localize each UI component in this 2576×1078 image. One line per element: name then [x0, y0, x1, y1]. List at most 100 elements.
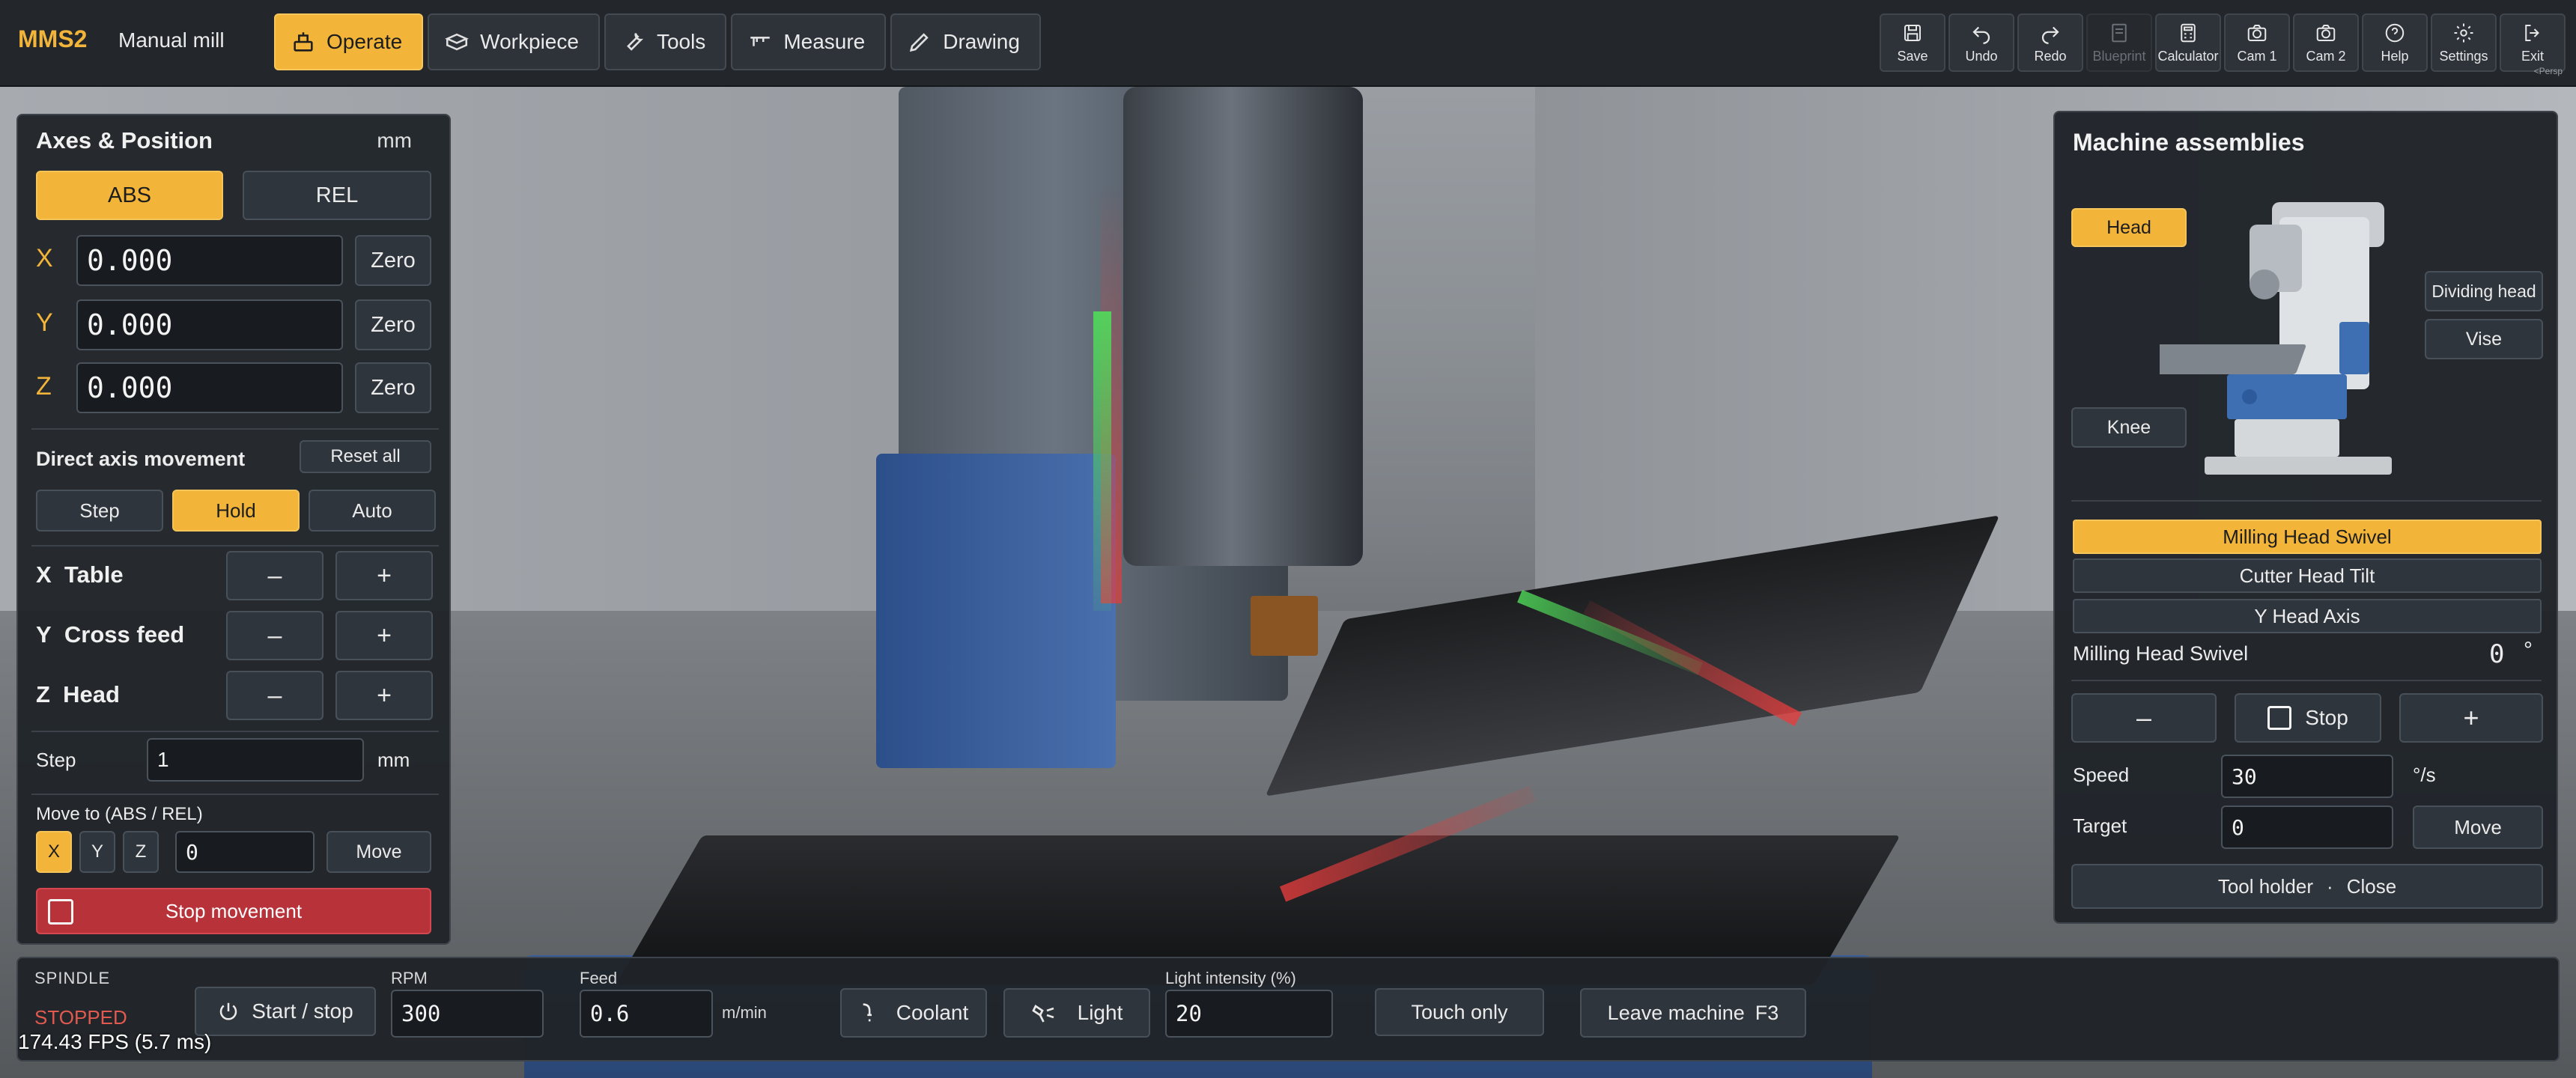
redo-button[interactable]: Redo — [2017, 13, 2083, 72]
callout-dividing-head-button[interactable]: Dividing head — [2425, 271, 2543, 311]
rel-button[interactable]: REL — [243, 171, 431, 220]
brand-logo: MMS2 — [18, 25, 88, 52]
save-button[interactable]: Save — [1880, 13, 1945, 72]
power-icon — [220, 1002, 237, 1020]
camera-icon — [2316, 24, 2336, 41]
move-button[interactable]: Move — [326, 831, 431, 873]
reset-all-button[interactable]: Reset all — [300, 440, 431, 473]
y-position-field[interactable]: 0.000 — [76, 299, 343, 350]
cam1-label: Cam 1 — [2237, 48, 2277, 64]
speed-label: Speed — [2073, 764, 2130, 786]
projection-indicator[interactable]: <Persp — [2534, 66, 2563, 76]
coolant-button[interactable]: Coolant — [840, 988, 987, 1038]
tab-drawing[interactable]: Drawing — [890, 13, 1041, 70]
tool-holder-close-button[interactable]: Tool holder · Close — [2071, 864, 2543, 909]
jog-y-label: Y Cross feed — [36, 621, 185, 648]
divider — [31, 428, 439, 430]
help-icon — [2385, 23, 2405, 42]
start-stop-button[interactable]: Start / stop — [195, 987, 376, 1036]
move-axis-z-button[interactable]: Z — [123, 831, 159, 873]
fps-counter: 174.43 FPS (5.7 ms) — [18, 1030, 212, 1053]
calculator-button[interactable]: Calculator — [2155, 13, 2221, 72]
cam2-button[interactable]: Cam 2 — [2293, 13, 2359, 72]
leave-machine-button[interactable]: Leave machine F3 — [1580, 988, 1806, 1038]
help-label: Help — [2381, 48, 2409, 64]
abs-button[interactable]: ABS — [36, 171, 223, 220]
assembly-y-head-axis[interactable]: Y Head Axis — [2073, 599, 2542, 633]
target-move-button[interactable]: Move — [2413, 806, 2543, 849]
coolant-label: Coolant — [896, 1001, 969, 1024]
blueprint-button[interactable]: Blueprint — [2086, 13, 2152, 72]
mode-auto-button[interactable]: Auto — [309, 490, 436, 532]
target-input[interactable]: 0 — [2221, 806, 2393, 849]
step-input[interactable]: 1 — [147, 738, 364, 782]
callout-vise-button[interactable]: Vise — [2425, 319, 2543, 359]
cube-icon — [445, 33, 470, 51]
mode-step-button[interactable]: Step — [36, 490, 163, 532]
help-button[interactable]: Help — [2362, 13, 2428, 72]
jog-y-minus-button[interactable]: – — [226, 611, 323, 660]
spindle-label: SPINDLE — [34, 969, 111, 987]
speed-input[interactable]: 30 — [2221, 755, 2393, 798]
assembly-cutter-head-tilt[interactable]: Cutter Head Tilt — [2073, 558, 2542, 593]
cam2-label: Cam 2 — [2306, 48, 2346, 64]
move-to-input[interactable]: 0 — [175, 831, 315, 873]
undo-icon — [1972, 26, 1990, 44]
move-axis-x-button[interactable]: X — [36, 831, 72, 873]
touch-only-button[interactable]: Touch only — [1375, 988, 1544, 1036]
main-tabs: Operate Workpiece Tools Measure Drawing — [274, 13, 1041, 70]
callout-knee-button[interactable]: Knee — [2071, 407, 2187, 448]
tab-workpiece[interactable]: Workpiece — [428, 13, 600, 70]
jog-z-plus-button[interactable]: + — [335, 671, 433, 720]
swivel-stop-checkbox[interactable] — [2267, 706, 2292, 730]
light-intensity-input[interactable]: 20 — [1165, 990, 1333, 1038]
assembly-milling-head-swivel[interactable]: Milling Head Swivel — [2073, 520, 2542, 554]
step-unit: mm — [377, 749, 410, 771]
settings-button[interactable]: Settings — [2431, 13, 2497, 72]
swivel-stop-button[interactable]: Stop — [2235, 693, 2381, 743]
blueprint-label: Blueprint — [2092, 48, 2146, 64]
settings-label: Settings — [2439, 48, 2488, 64]
speed-unit: °/s — [2413, 764, 2436, 786]
swivel-minus-button[interactable]: – — [2071, 693, 2217, 743]
start-stop-label: Start / stop — [252, 999, 353, 1023]
x-position-field[interactable]: 0.000 — [76, 235, 343, 286]
axis-z-letter: Z — [36, 372, 52, 401]
jog-z-minus-button[interactable]: – — [226, 671, 323, 720]
tab-measure[interactable]: Measure — [731, 13, 887, 70]
jog-y-plus-button[interactable]: + — [335, 611, 433, 660]
footer-separator: · — [2327, 874, 2333, 898]
light-button[interactable]: Light — [1003, 988, 1150, 1038]
feed-input[interactable]: 0.6 — [580, 990, 713, 1038]
rpm-input[interactable]: 300 — [391, 990, 544, 1038]
stop-movement-checkbox[interactable] — [48, 899, 73, 925]
stop-movement-label: Stop movement — [165, 899, 303, 922]
cam1-button[interactable]: Cam 1 — [2224, 13, 2290, 72]
leave-machine-shortcut: F3 — [1755, 1001, 1779, 1024]
undo-button[interactable]: Undo — [1948, 13, 2014, 72]
jog-x-minus-button[interactable]: – — [226, 551, 323, 600]
stop-movement-button[interactable]: Stop movement — [36, 888, 431, 934]
move-to-label: Move to (ABS / REL) — [36, 804, 203, 824]
feed-unit: m/min — [722, 1003, 767, 1022]
camera-icon — [2247, 24, 2267, 41]
axis-y-letter: Y — [36, 308, 53, 337]
callout-head-button[interactable]: Head — [2071, 208, 2187, 247]
mode-hold-button[interactable]: Hold — [172, 490, 300, 532]
z-zero-button[interactable]: Zero — [355, 362, 431, 413]
exit-button[interactable]: Exit — [2500, 13, 2566, 72]
jog-x-plus-button[interactable]: + — [335, 551, 433, 600]
tab-tools-label: Tools — [656, 30, 706, 53]
y-zero-button[interactable]: Zero — [355, 299, 431, 350]
assemblies-title: Machine assemblies — [2073, 129, 2305, 156]
move-axis-y-button[interactable]: Y — [79, 831, 115, 873]
mill-head — [1123, 87, 1363, 566]
z-position-field[interactable]: 0.000 — [76, 362, 343, 413]
tool-holder-label: Tool holder — [2217, 874, 2314, 898]
tab-tools[interactable]: Tools — [604, 13, 727, 70]
coolant-nozzle-icon — [863, 1003, 872, 1022]
wrench-icon — [627, 33, 643, 51]
swivel-plus-button[interactable]: + — [2399, 693, 2543, 743]
x-zero-button[interactable]: Zero — [355, 235, 431, 286]
tab-operate[interactable]: Operate — [274, 13, 424, 70]
